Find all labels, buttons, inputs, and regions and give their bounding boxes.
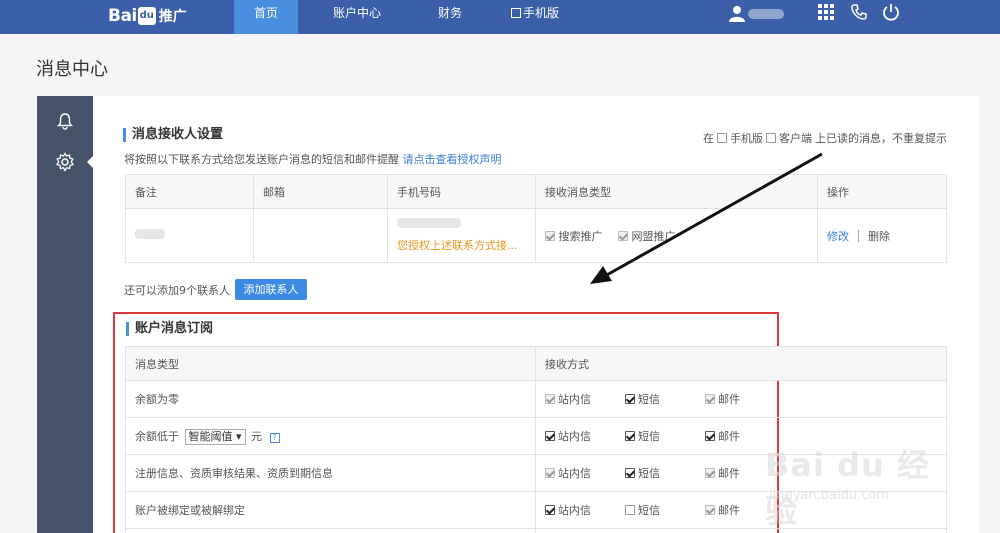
phone-blurred [397, 218, 461, 228]
receive-options: 站内信 短信 邮件 [545, 391, 946, 407]
sms-checkbox[interactable] [625, 468, 635, 478]
logo-text: Bai [108, 6, 137, 26]
email-checkbox[interactable] [705, 468, 715, 478]
receivers-table: 备注 邮箱 手机号码 接收消息类型 操作 您授权上述联系方式接... 搜索推广 … [125, 174, 947, 263]
col-receive-method: 接收方式 [535, 346, 947, 381]
email-cell [253, 208, 388, 263]
logo-sub: 推广 [158, 9, 187, 25]
col-phone: 手机号码 [387, 174, 536, 209]
user-name[interactable] [748, 9, 784, 19]
table-row: 余额为零 站内信 短信 邮件 [125, 380, 947, 418]
receivers-desc-text: 将按照以下联系方式给您发送账户消息的短信和邮件提醒 [124, 153, 399, 166]
option-suffix: 上已读的消息，不重复提示 [815, 132, 947, 145]
option-mobile-label: 手机版 [730, 132, 763, 145]
col-msg-type: 接收消息类型 [535, 174, 818, 209]
inbox-checkbox[interactable] [545, 431, 555, 441]
email-label: 邮件 [718, 393, 740, 406]
action-separator [858, 229, 859, 242]
bell-icon[interactable] [56, 112, 74, 130]
table-row: 您授权上述联系方式接... 搜索推广 网盟推广 修改 删除 [125, 208, 947, 263]
help-icon[interactable]: ? [269, 432, 280, 443]
phone-auth-note: 您授权上述联系方式接... [397, 239, 518, 252]
note-blurred [135, 229, 165, 239]
email-checkbox[interactable] [705, 431, 715, 441]
inbox-label: 站内信 [558, 504, 591, 517]
subscription-section-title: 账户消息订阅 [126, 322, 213, 336]
add-contact-button[interactable]: 添加联系人 [235, 279, 307, 300]
top-nav: Bai du 推广 首页 账户中心 财务 手机版 [0, 0, 1000, 34]
inbox-checkbox[interactable] [545, 394, 555, 404]
read-option-line: 在 手机版 客户端 上已读的消息，不重复提示 [703, 130, 947, 146]
row-label: 注册信息、资质审核结果、资质到期信息 [125, 454, 536, 492]
search-promo-label: 搜索推广 [558, 229, 603, 243]
threshold-value: 智能阈值 [188, 429, 233, 443]
sms-checkbox[interactable] [625, 431, 635, 441]
col-msg-category: 消息类型 [125, 346, 536, 381]
inbox-label: 站内信 [558, 467, 591, 480]
receivers-desc: 将按照以下联系方式给您发送账户消息的短信和邮件提醒 请点击查看授权声明 [124, 151, 502, 167]
actions-cell: 修改 删除 [817, 208, 947, 263]
option-client-label: 客户端 [779, 132, 812, 145]
sms-label: 短信 [638, 393, 660, 406]
email-checkbox[interactable] [705, 394, 715, 404]
msg-type-cell: 搜索推广 网盟推广 [535, 208, 818, 263]
sms-label: 短信 [638, 504, 660, 517]
email-label: 邮件 [718, 467, 740, 480]
inbox-checkbox[interactable] [545, 505, 555, 515]
sms-label: 短信 [638, 467, 660, 480]
tab-home[interactable]: 首页 [234, 0, 298, 34]
tab-mobile[interactable]: 手机版 [505, 0, 565, 34]
search-promo-checkbox[interactable] [545, 230, 555, 241]
col-actions: 操作 [817, 174, 947, 209]
col-note: 备注 [125, 174, 254, 209]
inbox-label: 站内信 [558, 393, 591, 406]
inbox-checkbox[interactable] [545, 468, 555, 478]
edit-link[interactable]: 修改 [827, 230, 849, 243]
low-balance-label: 余额低于 [135, 429, 179, 443]
add-contact-hint: 还可以添加9个联系人 [124, 284, 230, 297]
option-prefix: 在 [703, 132, 714, 145]
receivers-section-title: 消息接收人设置 [123, 128, 223, 142]
row-label: 余额为零 [125, 380, 536, 418]
currency-unit: 元 [251, 429, 263, 443]
partial-row [125, 528, 536, 533]
qr-icon [510, 8, 521, 18]
note-cell [125, 208, 254, 263]
gear-icon[interactable] [55, 152, 75, 172]
sidebar [37, 96, 93, 533]
user-icon[interactable] [728, 4, 746, 22]
watermark: Bai du 经验 jingyan.baidu.com [765, 440, 955, 530]
email-label: 邮件 [718, 504, 740, 517]
network-promo-checkbox[interactable] [618, 230, 628, 241]
watermark-main: Bai du 经验 [765, 446, 930, 530]
baidu-logo[interactable]: Bai du 推广 [108, 5, 187, 27]
sms-label: 短信 [638, 430, 660, 443]
col-email: 邮箱 [253, 174, 388, 209]
sms-checkbox[interactable] [625, 505, 635, 515]
mobile-read-checkbox[interactable] [717, 133, 727, 143]
watermark-sub: jingyan.baidu.com [769, 488, 889, 503]
inbox-label: 站内信 [558, 430, 591, 443]
client-read-checkbox[interactable] [766, 133, 776, 143]
row-label: 账户被绑定或被解绑定 [125, 491, 536, 529]
auth-statement-link[interactable]: 请点击查看授权声明 [403, 153, 502, 166]
tab-mobile-label: 手机版 [522, 6, 559, 20]
tab-account-center[interactable]: 账户中心 [322, 0, 392, 34]
sms-checkbox[interactable] [625, 394, 635, 404]
threshold-select[interactable]: 智能阈值 ▾ [184, 428, 246, 445]
tab-finance[interactable]: 财务 [428, 0, 472, 34]
logo-paw: du [137, 7, 156, 25]
email-label: 邮件 [718, 430, 740, 443]
phone-cell: 您授权上述联系方式接... [387, 208, 536, 263]
network-promo-label: 网盟推广 [631, 229, 676, 243]
power-icon[interactable] [881, 2, 901, 22]
page-title: 消息中心 [36, 59, 108, 80]
delete-link[interactable]: 删除 [868, 230, 890, 243]
email-checkbox[interactable] [705, 505, 715, 515]
grid-icon[interactable] [818, 4, 834, 20]
phone-icon[interactable] [850, 3, 868, 21]
row-label: 余额低于 智能阈值 ▾ 元 ? [125, 417, 536, 455]
